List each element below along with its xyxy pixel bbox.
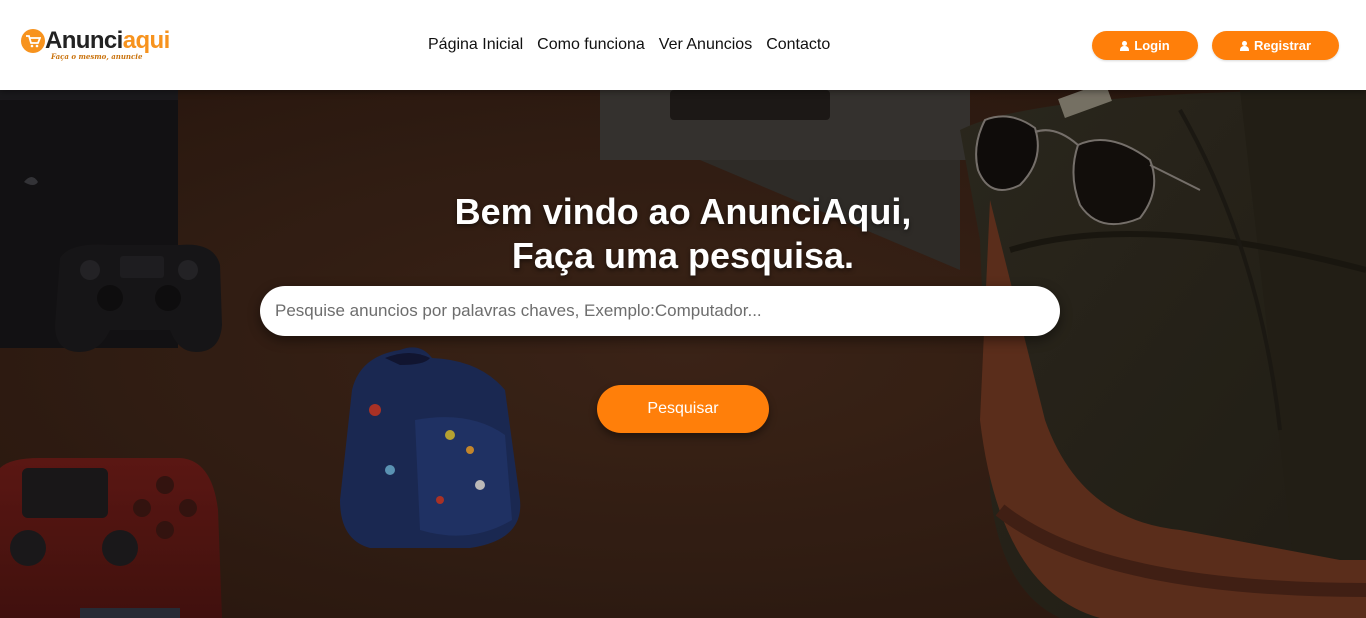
logo[interactable]: Anunciaqui Faça o mesmo, anuncie [21, 26, 170, 64]
main-nav: Página Inicial Como funciona Ver Anuncio… [421, 36, 837, 54]
user-icon [1239, 40, 1249, 51]
logo-tagline: Faça o mesmo, anuncie [51, 52, 143, 61]
register-label: Registrar [1253, 38, 1312, 53]
nav-how-it-works[interactable]: Como funciona [530, 36, 652, 54]
logo-wordmark: Anunciaqui [45, 27, 170, 55]
hero-title-line1: Bem vindo ao AnunciAqui, [454, 191, 912, 232]
login-label: Login [1134, 38, 1170, 53]
register-button[interactable]: Registrar [1212, 31, 1339, 60]
search-button[interactable]: Pesquisar [597, 385, 769, 433]
hero-title-line2: Faça uma pesquisa. [511, 235, 855, 276]
logo-word-part2: aqui [122, 27, 171, 54]
navbar: Anunciaqui Faça o mesmo, anuncie Página … [0, 0, 1366, 90]
cart-icon [21, 29, 45, 53]
hero-overlay [0, 90, 1366, 618]
login-button[interactable]: Login [1092, 31, 1198, 60]
user-icon [1120, 40, 1130, 51]
nav-home[interactable]: Página Inicial [421, 36, 530, 54]
search-input[interactable] [260, 286, 1060, 336]
nav-view-ads[interactable]: Ver Anuncios [652, 36, 759, 54]
logo-word-part1: Anunci [45, 27, 123, 54]
hero-section: Bem vindo ao AnunciAqui, Faça uma pesqui… [0, 90, 1366, 618]
nav-contact[interactable]: Contacto [759, 36, 837, 54]
